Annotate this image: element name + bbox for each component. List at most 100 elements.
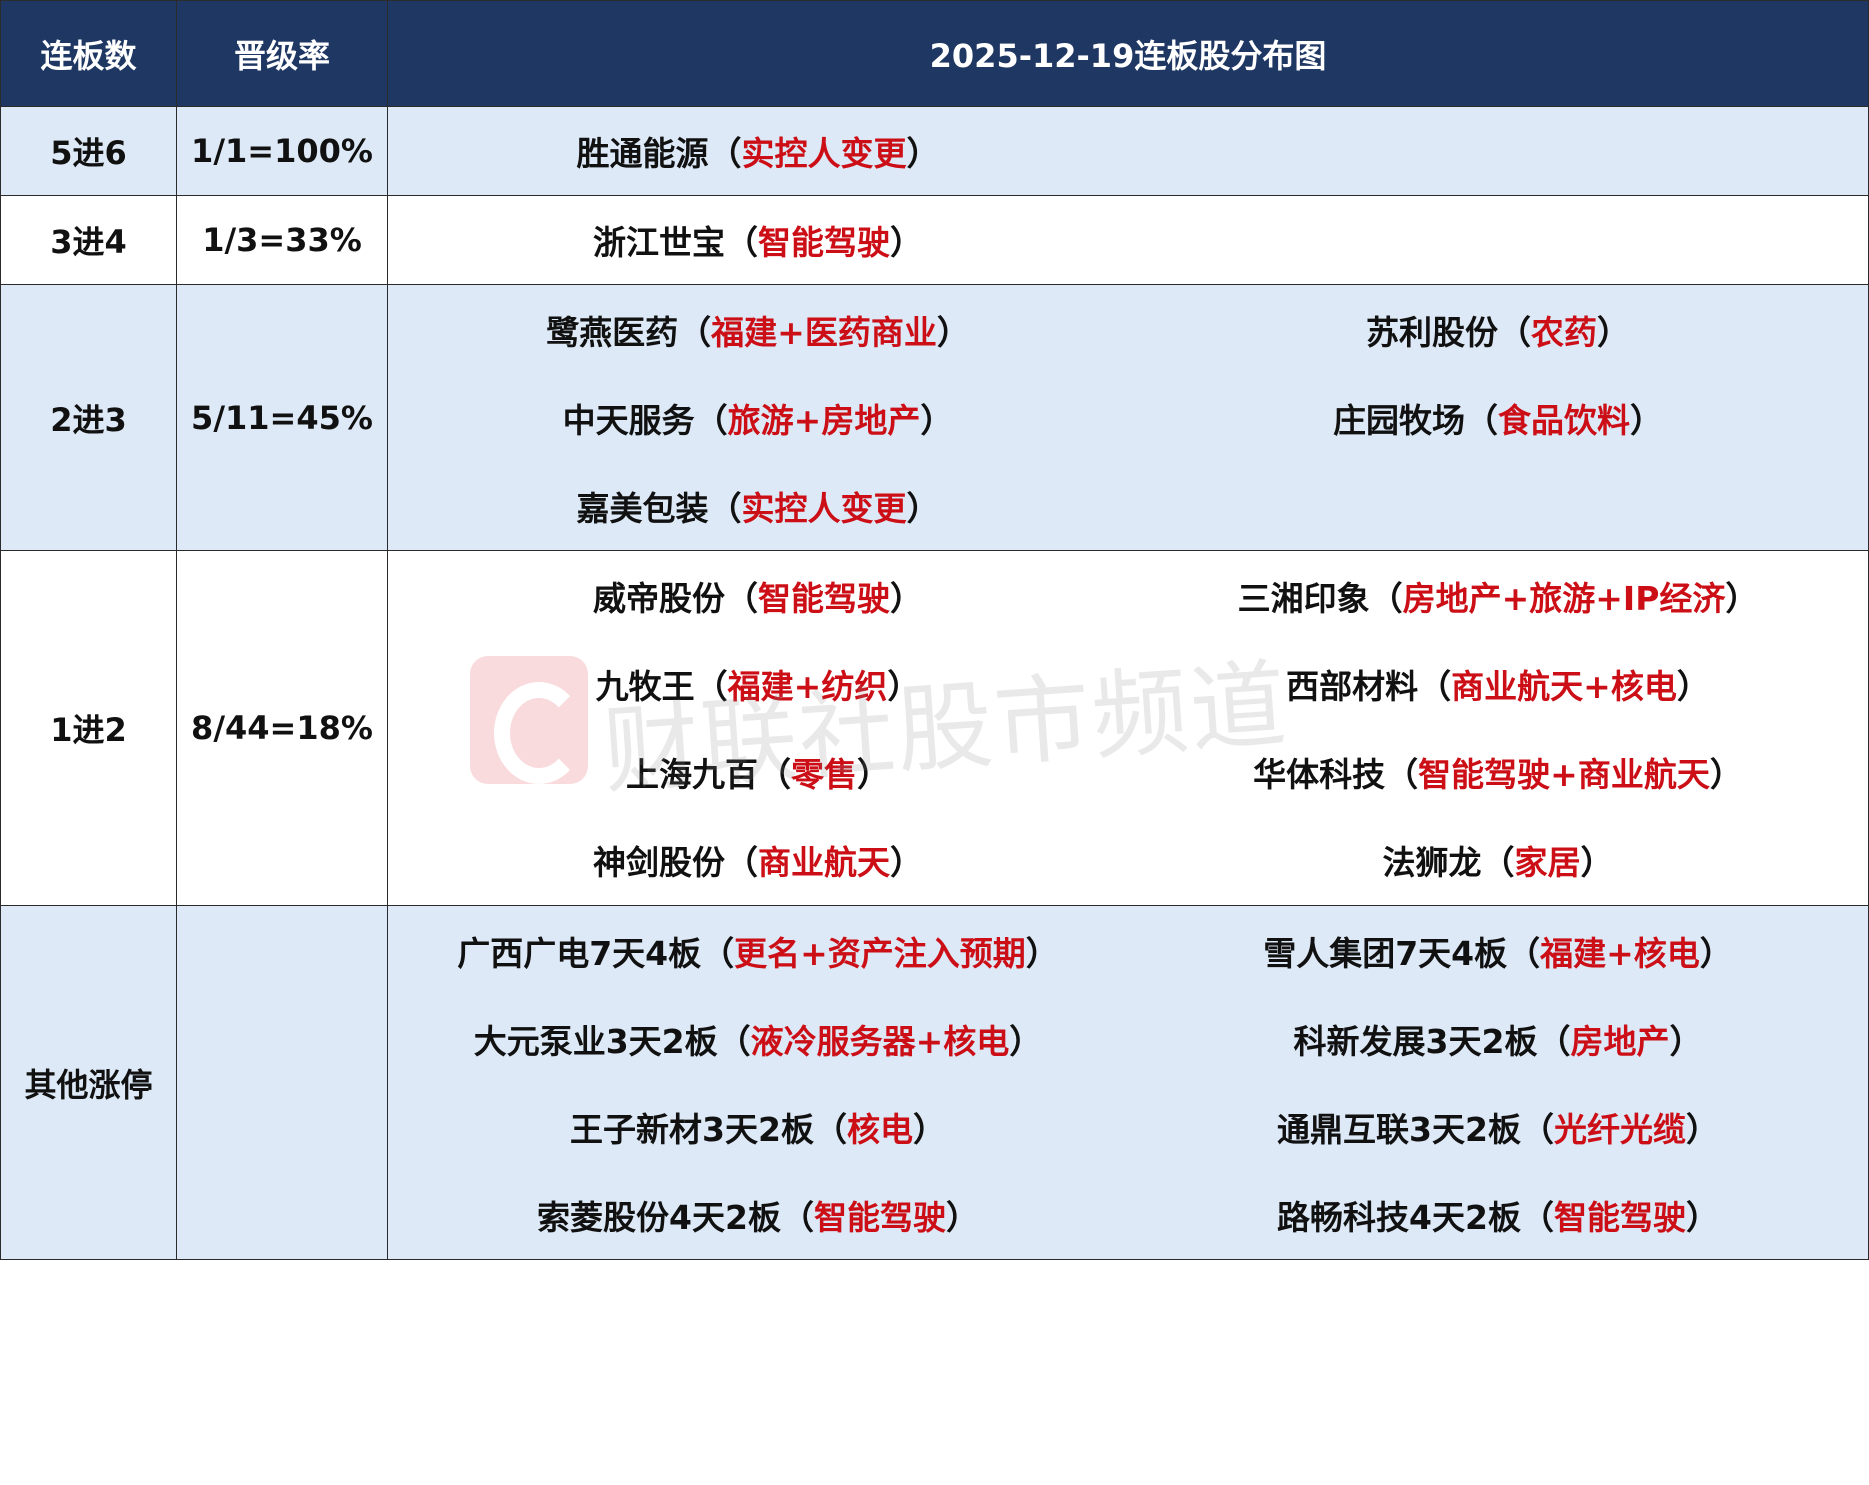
stock-theme-tag: 核电 (846, 1109, 913, 1149)
open-paren: （ (725, 579, 758, 618)
stock-entry: 路畅科技4天2板（智能驾驶） (1128, 1191, 1868, 1239)
stock-theme-tag: 商业航天 (758, 843, 890, 882)
stock-name: 嘉美包装 (576, 488, 709, 528)
tier-label: 5进6 (0, 106, 177, 196)
close-paren: ） (857, 755, 890, 794)
stock-theme-tag: 光纤光缆 (1553, 1109, 1686, 1149)
close-paren: ） (1025, 933, 1059, 973)
stock-grid: 浙江世宝（智能驾驶） (388, 196, 1868, 284)
stock-grid: 胜通能源（实控人变更） (388, 107, 1868, 195)
stock-name: 中天服务 (562, 400, 695, 440)
stock-entry: 胜通能源（实控人变更） (388, 127, 1128, 175)
close-paren: ） (945, 1197, 979, 1237)
stock-name: 通鼎互联3天2板 (1277, 1109, 1521, 1149)
close-paren: ） (906, 134, 940, 173)
close-paren: ） (906, 488, 940, 528)
stock-name: 科新发展3天2板 (1293, 1021, 1538, 1061)
stock-theme-tag: 旅游+房地产 (727, 400, 921, 440)
close-paren: ） (1725, 579, 1759, 618)
stock-entry: 庄园牧场（食品饮料） (1128, 394, 1868, 442)
stock-name: 广西广电7天4板 (457, 933, 702, 973)
tier-row: 5进6 1/1=100% 胜通能源（实控人变更） (0, 106, 1869, 196)
stock-theme-tag: 更名+资产注入预期 (734, 933, 1026, 973)
open-paren: （ (1498, 312, 1531, 352)
stock-theme-tag: 商业航天+核电 (1451, 667, 1677, 706)
tier-label: 2进3 (0, 284, 177, 551)
close-paren: ） (1009, 1021, 1043, 1061)
tier-row: 其他涨停 广西广电7天4板（更名+资产注入预期） 大元泵业3天2板（液冷服务器+核电… (0, 905, 1869, 1260)
tier-row: 2进3 5/11=45% 鹭燕医药（福建+医药商业） 中天服务（旅游+房地产） 嘉美包装… (0, 284, 1869, 551)
open-paren: （ (1520, 1197, 1554, 1237)
stock-theme-tag: 智能驾驶 (758, 579, 890, 618)
stock-name: 路畅科技4天2板 (1277, 1197, 1521, 1237)
stock-name: 大元泵业3天2板 (473, 1021, 718, 1061)
tier-promotion-rate: 5/11=45% (176, 284, 388, 551)
tier-stock-list: 威帝股份（智能驾驶） 九牧王（福建+纺织） 上海九百（零售） 神剑股份（商业航天） 三湘… (387, 550, 1869, 906)
stock-name: 浙江世宝 (593, 223, 725, 262)
stock-theme-tag: 农药 (1531, 312, 1597, 352)
tier-stock-list: 广西广电7天4板（更名+资产注入预期） 大元泵业3天2板（液冷服务器+核电） 王子新… (387, 905, 1869, 1260)
header-board-count: 连板数 (0, 0, 177, 107)
stock-entry: 索菱股份4天2板（智能驾驶） (388, 1191, 1128, 1239)
stock-entry: 大元泵业3天2板（液冷服务器+核电） (388, 1015, 1128, 1063)
stock-theme-tag: 福建+纺织 (727, 667, 888, 706)
tier-label: 1进2 (0, 550, 177, 906)
tier-promotion-rate (176, 905, 388, 1260)
stock-theme-tag: 福建+医药商业 (711, 312, 937, 352)
stock-theme-tag: 房地产+旅游+IP经济 (1402, 579, 1726, 618)
stock-name: 威帝股份 (593, 579, 725, 618)
header-title: 2025-12-19连板股分布图 (387, 0, 1869, 107)
close-paren: ） (1676, 667, 1710, 706)
stock-name: 胜通能源 (576, 134, 709, 173)
stock-entry: 上海九百（零售） (388, 748, 1128, 796)
close-paren: ） (887, 667, 921, 706)
close-paren: ） (1699, 933, 1733, 973)
close-paren: ） (890, 579, 923, 618)
stock-theme-tag: 智能驾驶 (813, 1197, 946, 1237)
stock-theme-tag: 福建+核电 (1540, 933, 1700, 973)
stock-entry: 法狮龙（家居） (1128, 836, 1868, 884)
stock-entry: 嘉美包装（实控人变更） (388, 482, 1128, 530)
stock-entry: 西部材料（商业航天+核电） (1128, 660, 1868, 708)
stock-theme-tag: 零售 (791, 755, 857, 794)
stock-name: 鹭燕医药 (546, 312, 679, 352)
tier-promotion-rate: 8/44=18% (176, 550, 388, 906)
stock-name: 上海九百 (626, 755, 758, 794)
open-paren: （ (1385, 755, 1419, 794)
close-paren: ） (890, 223, 923, 262)
stock-entry: 三湘印象（房地产+旅游+IP经济） (1128, 572, 1868, 620)
tier-stock-list: 鹭燕医药（福建+医药商业） 中天服务（旅游+房地产） 嘉美包装（实控人变更） 苏利股份… (387, 284, 1869, 551)
open-paren: （ (1465, 400, 1498, 440)
open-paren: （ (1507, 933, 1541, 973)
open-paren: （ (725, 223, 758, 262)
stock-grid: 广西广电7天4板（更名+资产注入预期） 大元泵业3天2板（液冷服务器+核电） 王子新… (388, 907, 1868, 1259)
stock-theme-tag: 智能驾驶 (1553, 1197, 1686, 1237)
header-row: 连板数 晋级率 2025-12-19连板股分布图 (0, 0, 1869, 107)
open-paren: （ (708, 488, 742, 528)
open-paren: （ (694, 400, 728, 440)
open-paren: （ (813, 1109, 847, 1149)
stock-entry: 中天服务（旅游+房地产） (388, 394, 1128, 442)
close-paren: ） (912, 1109, 946, 1149)
stock-name: 王子新材3天2板 (570, 1109, 814, 1149)
stock-entry: 九牧王（福建+纺织） (388, 660, 1128, 708)
stock-theme-tag: 智能驾驶 (758, 223, 890, 262)
limit-up-distribution-board: 连板数 晋级率 2025-12-19连板股分布图 5进6 1/1=100% 胜通能源… (0, 0, 1869, 1484)
stock-name: 索菱股份4天2板 (537, 1197, 781, 1237)
close-paren: ） (936, 312, 970, 352)
stock-theme-tag: 智能驾驶+商业航天 (1418, 755, 1710, 794)
open-paren: （ (708, 134, 742, 173)
tier-label: 3进4 (0, 195, 177, 285)
stock-grid: 鹭燕医药（福建+医药商业） 中天服务（旅游+房地产） 嘉美包装（实控人变更） 苏利股份… (388, 286, 1868, 550)
stock-theme-tag: 实控人变更 (741, 488, 907, 528)
open-paren: （ (1418, 667, 1452, 706)
header-promotion-rate: 晋级率 (176, 0, 388, 107)
open-paren: （ (678, 312, 712, 352)
open-paren: （ (758, 755, 791, 794)
stock-entry: 科新发展3天2板（房地产） (1128, 1015, 1868, 1063)
open-paren: （ (1520, 1109, 1554, 1149)
tier-label: 其他涨停 (0, 905, 177, 1260)
tier-promotion-rate: 1/1=100% (176, 106, 388, 196)
open-paren: （ (780, 1197, 814, 1237)
open-paren: （ (725, 843, 758, 882)
